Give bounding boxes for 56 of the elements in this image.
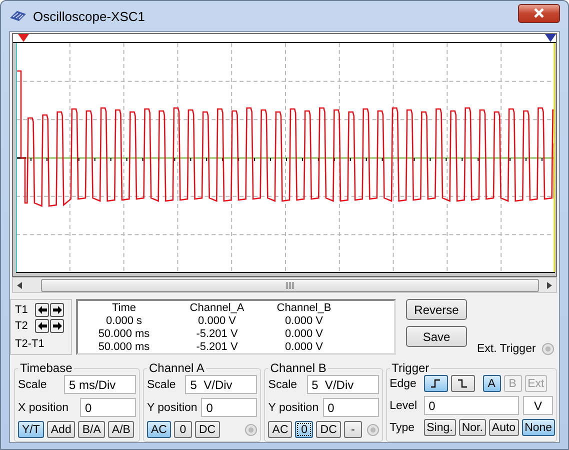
table-cell-text: 50.000 ms bbox=[97, 328, 151, 341]
mode-button[interactable]: Y/T bbox=[18, 421, 44, 438]
table-cell-text: 0.000 V bbox=[197, 315, 237, 328]
field-label: Y position bbox=[268, 402, 319, 414]
source-button[interactable]: A bbox=[482, 375, 501, 392]
column-header: Time bbox=[110, 302, 138, 315]
group-title: Channel A bbox=[148, 361, 206, 375]
table-cell-text: -5.201 V bbox=[195, 341, 239, 354]
scale-field[interactable]: 5 V/Div bbox=[306, 375, 379, 394]
trigger-type-button[interactable]: None bbox=[522, 419, 556, 436]
table-cell-text: 0.000 V bbox=[284, 315, 324, 328]
action-button[interactable]: Save bbox=[406, 326, 467, 347]
field-label: Type bbox=[390, 422, 416, 434]
field-label: Scale bbox=[18, 378, 47, 390]
scale-field[interactable]: 5 ms/Div bbox=[64, 375, 136, 394]
window-title: Oscilloscope-XSC1 bbox=[33, 8, 146, 24]
field-label: Scale bbox=[147, 378, 176, 390]
unit-field: V bbox=[523, 396, 553, 415]
position-field[interactable]: 0 bbox=[322, 398, 379, 417]
cursor-label: T2 bbox=[15, 320, 29, 332]
coupling-button[interactable]: 0 bbox=[174, 421, 192, 438]
action-button[interactable]: Reverse bbox=[406, 299, 467, 320]
ext-trigger-label: Ext. Trigger bbox=[477, 343, 536, 355]
coupling-button[interactable]: DC bbox=[194, 421, 220, 438]
coupling-button[interactable]: AC bbox=[268, 421, 292, 438]
field-label: Y position bbox=[147, 402, 198, 414]
group-title: Timebase bbox=[19, 361, 74, 375]
scale-field[interactable]: 5 V/Div bbox=[185, 375, 258, 394]
field-label: X position bbox=[18, 402, 69, 414]
table-cell-text: 0.000 V bbox=[284, 328, 324, 341]
mode-button[interactable]: B/A bbox=[78, 421, 105, 438]
coupling-button[interactable]: - bbox=[344, 421, 362, 438]
table-cell-text: 50.000 ms bbox=[97, 341, 151, 354]
column-header: Channel_B bbox=[276, 302, 332, 315]
coupling-button[interactable]: 0 bbox=[295, 421, 314, 438]
table-cell-text: 0.000 V bbox=[284, 341, 324, 354]
cursor-label: T1 bbox=[15, 304, 29, 316]
trigger-type-button[interactable]: Auto bbox=[488, 419, 519, 436]
table-cell-text: -5.201 V bbox=[195, 328, 239, 341]
field-label: Level bbox=[390, 400, 418, 412]
field-label: Scale bbox=[268, 378, 298, 390]
position-field[interactable]: 0 bbox=[80, 398, 136, 417]
column-header: Channel_A bbox=[188, 302, 246, 315]
group-title: Trigger bbox=[390, 361, 430, 375]
level-field[interactable]: 0 bbox=[424, 396, 519, 415]
table-cell-text: 0.000 s bbox=[104, 315, 144, 328]
position-field[interactable]: 0 bbox=[201, 398, 258, 417]
trigger-type-button[interactable]: Sing. bbox=[424, 419, 456, 436]
trigger-type-button[interactable]: Nor. bbox=[458, 419, 486, 436]
mode-button[interactable]: Add bbox=[46, 421, 76, 438]
field-label: Edge bbox=[390, 378, 418, 390]
cursor-label: T2-T1 bbox=[15, 338, 44, 350]
coupling-button[interactable]: AC bbox=[147, 421, 171, 438]
mode-button[interactable]: A/B bbox=[108, 421, 134, 438]
group-title: Channel B bbox=[269, 361, 328, 375]
coupling-button[interactable]: DC bbox=[316, 421, 341, 438]
